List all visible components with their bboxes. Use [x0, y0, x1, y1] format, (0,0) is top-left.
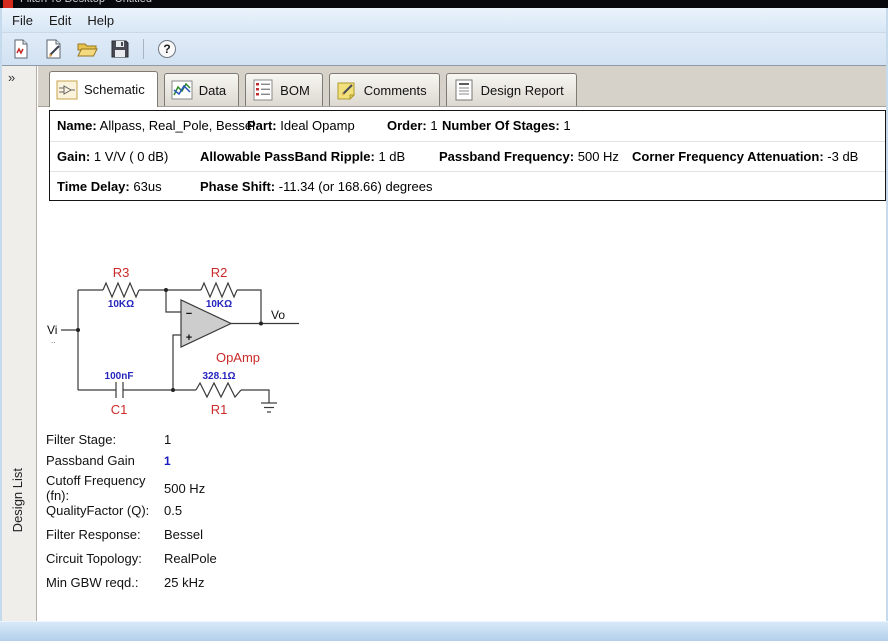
- menu-edit[interactable]: Edit: [41, 10, 79, 31]
- tab-label: Data: [198, 82, 227, 98]
- vin-label: Vi: [47, 323, 57, 337]
- resistor-r2: [200, 281, 238, 299]
- wire: [241, 389, 270, 403]
- data-tab-icon: [171, 80, 193, 100]
- edit-design-button[interactable]: [41, 36, 67, 62]
- help-icon: ?: [158, 40, 176, 58]
- new-design-button[interactable]: [8, 36, 34, 62]
- open-button[interactable]: [74, 36, 100, 62]
- summary-time-delay: Time Delay: 63us: [57, 179, 162, 194]
- summary-passband-frequency: Passband Frequency: 500 Hz: [439, 149, 619, 164]
- r2-ref-label: R2: [211, 265, 228, 280]
- r2-value-label: 10KΩ: [206, 299, 232, 310]
- tab-label: Schematic: [84, 82, 145, 97]
- filter-summary-panel: Name: Allpass, Real_Pole, Bessel Part: I…: [49, 110, 886, 201]
- stage-min-gbw: Min GBW reqd.: 25 kHz: [46, 575, 205, 590]
- statusbar: [0, 621, 888, 641]
- vin-note: ..: [51, 336, 55, 345]
- ground-symbol: [261, 402, 277, 413]
- resistor-r3: [102, 281, 140, 299]
- new-design-icon: [14, 39, 28, 59]
- schematic-canvas: − + R3 10KΩ R2 10KΩ Vo Vi .. OpAmp 100nF…: [47, 265, 299, 417]
- save-button[interactable]: [107, 36, 133, 62]
- tab-label: Design Report: [480, 82, 564, 98]
- stage-filter-response: Filter Response: Bessel: [46, 527, 204, 542]
- summary-phase-shift: Phase Shift: -11.34 (or 168.66) degrees: [200, 179, 433, 194]
- opamp-label: OpAmp: [216, 350, 260, 365]
- summary-row-3: Time Delay: 63us Phase Shift: -11.34 (or…: [50, 171, 885, 201]
- toolbar-separator: [143, 39, 144, 59]
- wire: [172, 334, 181, 390]
- stage-cutoff-frequency: Cutoff Frequency (fn): 500 Hz: [46, 473, 206, 503]
- junction-dot: [76, 328, 80, 332]
- summary-order: Order: 1: [387, 118, 438, 133]
- toolbar: ?: [2, 33, 886, 66]
- capacitor-c1: [115, 382, 124, 398]
- stage-quality-factor: QualityFactor (Q): 0.5: [46, 503, 183, 518]
- r1-ref-label: R1: [211, 402, 228, 417]
- window-title: FilterPro Desktop - Untitled: [20, 0, 152, 5]
- tab-bom[interactable]: BOM: [245, 73, 323, 106]
- view-tabstrip: Schematic Data BOM Comments Design Repor…: [38, 66, 886, 107]
- passband-gain-value[interactable]: 1: [164, 454, 171, 468]
- open-folder-icon: [77, 43, 98, 57]
- summary-gain: Gain: 1 V/V ( 0 dB): [57, 149, 169, 164]
- summary-part: Part: Ideal Opamp: [247, 118, 355, 133]
- stage-passband-gain: Passband Gain 1: [46, 453, 171, 468]
- bom-tab-icon: [253, 79, 273, 101]
- c1-ref-label: C1: [111, 402, 128, 417]
- content-area: Schematic Data BOM Comments Design Repor…: [38, 66, 886, 621]
- tab-design-report[interactable]: Design Report: [445, 73, 577, 106]
- stage-circuit-topology: Circuit Topology: RealPole: [46, 551, 217, 566]
- r1-value-label: 328.1Ω: [202, 371, 235, 382]
- r3-ref-label: R3: [113, 265, 130, 280]
- wire: [165, 290, 181, 313]
- summary-name: Name: Allpass, Real_Pole, Bessel: [57, 118, 256, 133]
- vout-label: Vo: [271, 308, 285, 322]
- schematic-tab-icon: [56, 80, 78, 99]
- titlebar: FilterPro Desktop - Untitled: [0, 0, 888, 8]
- tab-label: Comments: [363, 82, 427, 98]
- menubar: File Edit Help: [2, 8, 886, 33]
- opamp-plus: +: [186, 332, 192, 344]
- summary-row-2: Gain: 1 V/V ( 0 dB) Allowable PassBand R…: [50, 141, 885, 171]
- edit-design-icon: [46, 39, 61, 59]
- main-area: » Design List Schematic Data BOM Comment…: [2, 66, 886, 621]
- summary-row-1: Name: Allpass, Real_Pole, Bessel Part: I…: [50, 111, 885, 141]
- tab-data[interactable]: Data: [163, 73, 240, 106]
- opamp-minus: −: [186, 308, 192, 320]
- c1-value-label: 100nF: [105, 371, 134, 382]
- junction-dot: [259, 321, 263, 326]
- r3-value-label: 10KΩ: [108, 299, 134, 310]
- tab-label: BOM: [280, 82, 310, 98]
- app-icon: [3, 0, 13, 8]
- filterpro-window: FilterPro Desktop - Untitled File Edit H…: [0, 0, 888, 641]
- menu-help[interactable]: Help: [79, 10, 122, 31]
- menu-file[interactable]: File: [4, 10, 41, 31]
- stage-filter-stage: Filter Stage: 1: [46, 432, 172, 447]
- svg-text:?: ?: [163, 42, 170, 56]
- summary-corner-attenuation: Corner Frequency Attenuation: -3 dB: [632, 149, 859, 164]
- summary-passband-ripple: Allowable PassBand Ripple: 1 dB: [200, 149, 406, 164]
- stage-details: Filter Stage: 1 Passband Gain 1 Cutoff Fre…: [46, 432, 376, 599]
- tab-comments[interactable]: Comments: [328, 73, 440, 106]
- resistor-r1: [195, 381, 242, 399]
- design-list-sidebar: » Design List: [2, 66, 37, 621]
- design-list-tab[interactable]: Design List: [10, 468, 25, 532]
- wire: [237, 289, 262, 324]
- save-floppy-icon: [111, 40, 129, 58]
- sidebar-expand-button[interactable]: »: [8, 70, 15, 85]
- design-report-tab-icon: [455, 79, 473, 101]
- tab-schematic[interactable]: Schematic: [49, 71, 158, 107]
- junction-dot: [171, 388, 175, 392]
- summary-number-of-stages: Number Of Stages: 1: [442, 118, 571, 133]
- help-button[interactable]: ?: [154, 36, 180, 62]
- comments-tab-icon: [337, 82, 356, 101]
- junction-dot: [164, 288, 168, 292]
